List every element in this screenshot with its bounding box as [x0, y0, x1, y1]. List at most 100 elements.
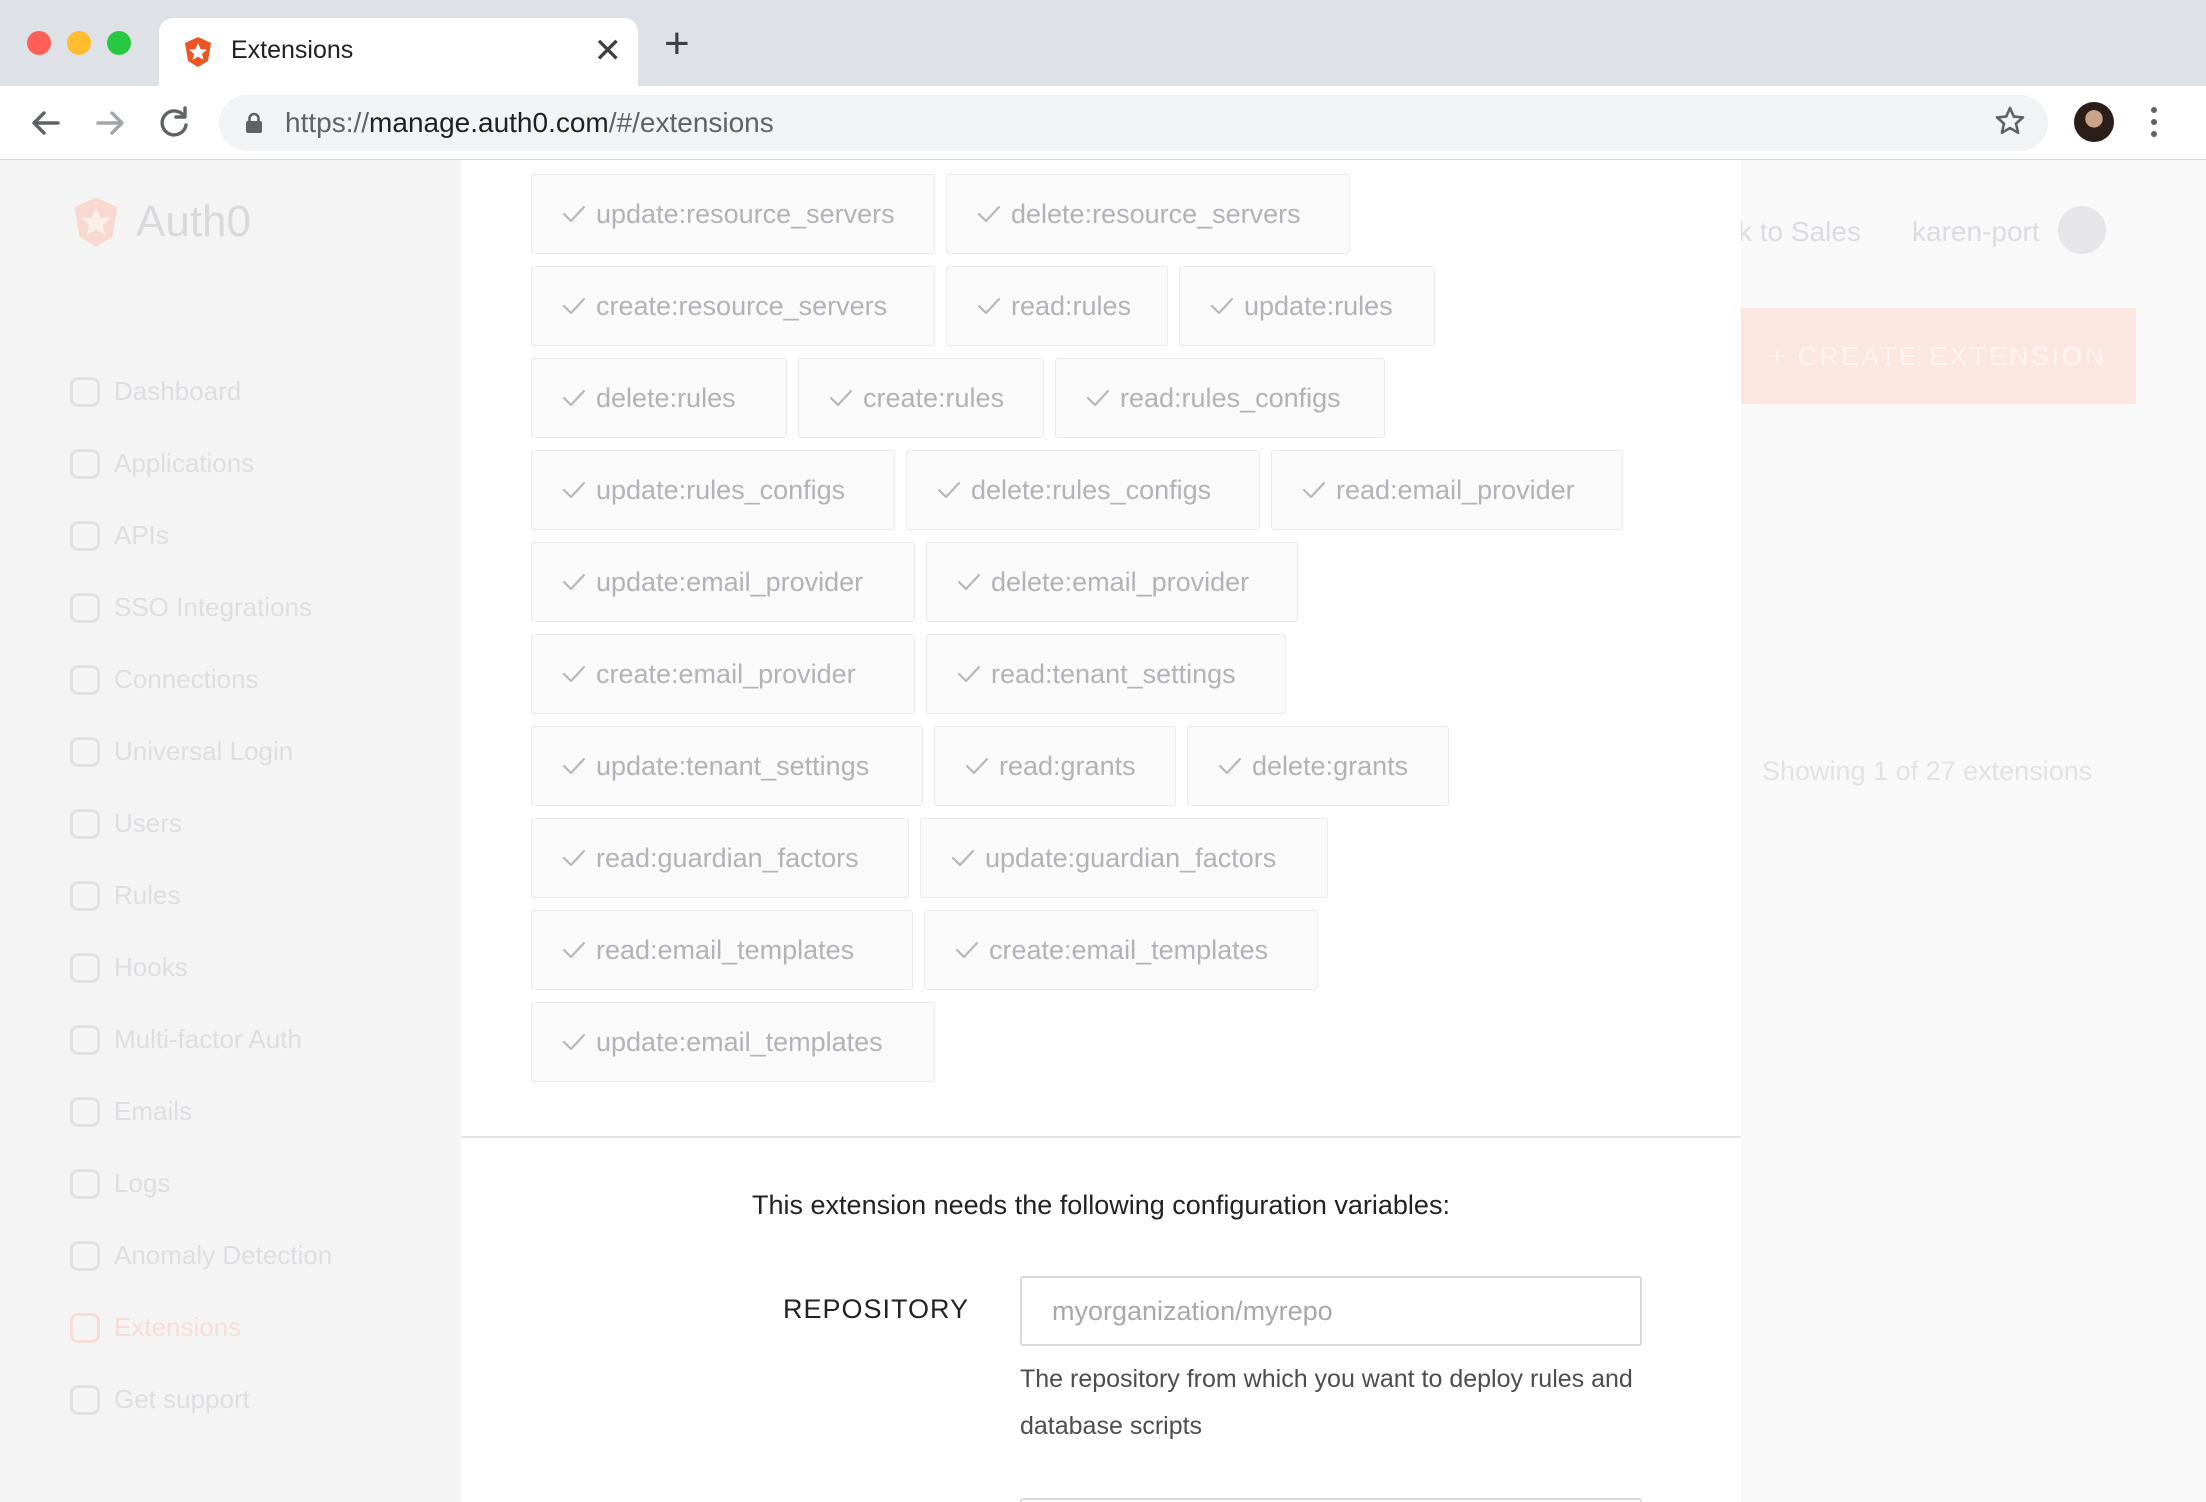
address-bar[interactable]: https://manage.auth0.com/#/extensions — [219, 95, 2048, 151]
nav-item-label: Hooks — [114, 952, 188, 982]
checkmark-icon — [951, 849, 975, 867]
zoom-window-button[interactable] — [107, 31, 131, 55]
auth0-brand: Auth0 — [68, 194, 251, 250]
sidebar-item: SSO Integrations — [70, 592, 312, 623]
bookmark-star-icon[interactable] — [1994, 105, 2026, 137]
reload-icon[interactable] — [152, 101, 196, 145]
browser-tab[interactable]: Extensions ✕ — [159, 18, 638, 86]
nav-item-icon — [70, 664, 100, 695]
sidebar-item: Dashboard — [70, 376, 241, 407]
sidebar-item: Multi-factor Auth — [70, 1024, 302, 1055]
repository-input[interactable] — [1020, 1276, 1642, 1346]
nav-item-icon — [70, 376, 100, 407]
scope-chip: update:rules_configs — [531, 450, 895, 530]
minimize-window-button[interactable] — [67, 31, 91, 55]
scope-label: read:guardian_factors — [596, 842, 859, 873]
checkmark-icon — [562, 389, 586, 407]
scope-label: update:guardian_factors — [985, 842, 1277, 873]
tab-title: Extensions — [231, 36, 354, 64]
browser-menu-icon[interactable] — [2147, 104, 2161, 144]
checkmark-icon — [562, 1033, 586, 1051]
nav-item-label: Extensions — [114, 1312, 242, 1342]
scope-label: create:rules — [863, 382, 1005, 413]
sidebar-item: Emails — [70, 1096, 192, 1127]
scope-label: read:rules — [1011, 290, 1132, 321]
sidebar-item: Connections — [70, 664, 259, 695]
scope-label: delete:rules_configs — [971, 474, 1212, 505]
scope-label: read:grants — [999, 750, 1136, 781]
scope-chip: read:rules_configs — [1055, 358, 1385, 438]
checkmark-icon — [562, 665, 586, 683]
checkmark-icon — [1218, 757, 1242, 775]
checkmark-icon — [829, 389, 853, 407]
checkmark-icon — [1086, 389, 1110, 407]
scope-label: delete:rules — [596, 382, 736, 413]
scope-chip: update:guardian_factors — [920, 818, 1328, 898]
checkmark-icon — [955, 941, 979, 959]
url-text: https://manage.auth0.com/#/extensions — [285, 107, 774, 139]
nav-item-label: Universal Login — [114, 736, 294, 766]
scope-chip: delete:rules — [531, 358, 787, 438]
scope-label: update:email_provider — [596, 566, 864, 597]
back-arrow-icon[interactable] — [24, 101, 68, 145]
auth0-logo-icon — [74, 197, 118, 247]
checkmark-icon — [562, 205, 586, 223]
scope-chip: read:tenant_settings — [926, 634, 1286, 714]
nav-item-icon — [70, 1312, 100, 1343]
next-config-input[interactable] — [1020, 1498, 1642, 1502]
scope-label: read:email_templates — [596, 934, 855, 965]
new-tab-button[interactable]: + — [664, 22, 690, 66]
sidebar-item: Extensions — [70, 1312, 241, 1343]
sidebar-item: Universal Login — [70, 736, 293, 767]
scope-chip: read:grants — [934, 726, 1176, 806]
scope-chip: create:email_provider — [531, 634, 915, 714]
scope-label: update:rules_configs — [596, 474, 846, 505]
scope-chip: update:email_provider — [531, 542, 915, 622]
brand-name: Auth0 — [136, 197, 251, 246]
scope-chip: create:resource_servers — [531, 266, 935, 346]
checkmark-icon — [977, 205, 1001, 223]
section-divider — [461, 1136, 1741, 1138]
nav-item-label: Multi-factor Auth — [114, 1024, 302, 1054]
checkmark-icon — [977, 297, 1001, 315]
checkmark-icon — [1210, 297, 1234, 315]
scope-label: read:rules_configs — [1120, 382, 1341, 413]
nav-item-icon — [70, 1384, 100, 1415]
scope-chip: update:resource_servers — [531, 174, 935, 254]
scope-chip: delete:grants — [1187, 726, 1449, 806]
extension-install-modal: update:resource_servers delete:resource_s… — [461, 160, 1741, 1502]
nav-item-label: SSO Integrations — [114, 592, 312, 622]
scope-label: update:email_templates — [596, 1026, 883, 1057]
scope-label: read:email_provider — [1336, 474, 1575, 505]
checkmark-icon — [957, 573, 981, 591]
nav-item-label: Logs — [114, 1168, 171, 1198]
close-tab-icon[interactable]: ✕ — [594, 32, 623, 70]
scope-label: read:tenant_settings — [991, 658, 1236, 689]
auth0-favicon-icon — [185, 37, 211, 67]
close-window-button[interactable] — [27, 31, 51, 55]
scope-label: delete:email_provider — [991, 566, 1250, 597]
forward-arrow-icon[interactable] — [88, 101, 132, 145]
scope-label: create:email_provider — [596, 658, 856, 689]
nav-item-label: APIs — [114, 520, 169, 550]
scope-chip: read:rules — [946, 266, 1168, 346]
scope-label: update:rules — [1244, 290, 1393, 321]
scope-chip: delete:email_provider — [926, 542, 1298, 622]
nav-item-icon — [70, 736, 100, 767]
sidebar: Auth0 Dashboard Applications APIs SSO Integ… — [0, 160, 460, 1502]
sidebar-item: Anomaly Detection — [70, 1240, 332, 1271]
nav-item-icon — [70, 448, 100, 479]
checkmark-icon — [562, 941, 586, 959]
nav-item-icon — [70, 880, 100, 911]
create-extension-button: + CREATE EXTENSION — [1740, 308, 2136, 404]
sidebar-item: Applications — [70, 448, 254, 479]
scope-chip: read:email_provider — [1271, 450, 1623, 530]
url-host: manage.auth0.com — [369, 107, 609, 138]
profile-avatar[interactable] — [2074, 102, 2114, 142]
nav-item-icon — [70, 1240, 100, 1271]
username: karen-port — [1912, 216, 2040, 247]
sidebar-item: Get support — [70, 1384, 250, 1415]
scope-label: delete:grants — [1252, 750, 1409, 781]
scope-label: create:email_templates — [989, 934, 1269, 965]
browser-tab-bar: Extensions ✕ + — [0, 0, 2206, 86]
